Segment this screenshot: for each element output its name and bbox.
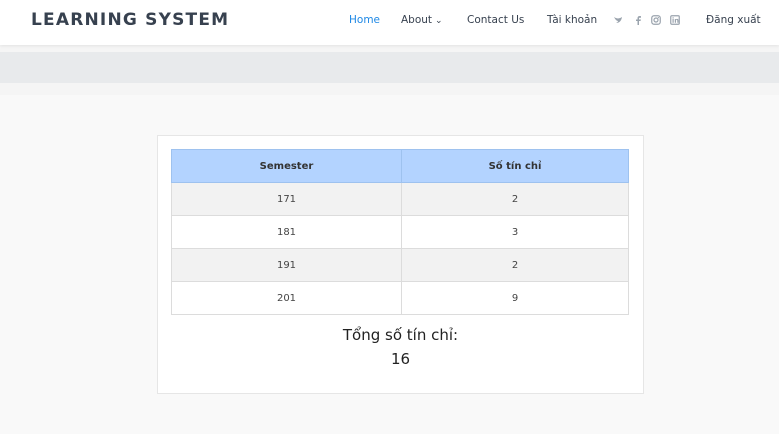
- table-header-row: Semester Số tín chỉ: [171, 149, 629, 183]
- table-row: 171 2: [171, 182, 629, 216]
- facebook-icon[interactable]: [634, 15, 642, 25]
- linkedin-icon[interactable]: [670, 15, 680, 25]
- total-credits-label: Tổng số tín chỉ:: [342, 326, 459, 344]
- nav-about[interactable]: About ⌄: [401, 14, 443, 26]
- cell-credits: 3: [401, 215, 629, 249]
- nav-contact[interactable]: Contact Us: [467, 14, 524, 26]
- cell-semester: 181: [171, 215, 402, 249]
- twitter-icon[interactable]: [613, 15, 623, 25]
- instagram-icon[interactable]: [651, 15, 661, 25]
- credits-card: Semester Số tín chỉ 171 2 181 3 191 2 20…: [157, 135, 644, 394]
- cell-semester: 201: [171, 281, 402, 315]
- table-row: 201 9: [171, 281, 629, 315]
- total-credits-value: 16: [390, 350, 411, 368]
- chevron-down-icon: ⌄: [435, 16, 443, 26]
- cell-credits: 9: [401, 281, 629, 315]
- nav-logout[interactable]: Đăng xuất: [706, 14, 761, 26]
- header-semester: Semester: [171, 149, 402, 183]
- cell-credits: 2: [401, 182, 629, 216]
- credits-table: Semester Số tín chỉ 171 2 181 3 191 2 20…: [171, 149, 629, 315]
- main-nav: Home About ⌄ Contact Us Tài khoản Đăng xu…: [0, 14, 779, 30]
- table-row: 181 3: [171, 215, 629, 249]
- nav-account[interactable]: Tài khoản: [547, 14, 597, 26]
- site-header: LEARNING SYSTEM Home About ⌄ Contact Us T…: [0, 0, 779, 45]
- table-row: 191 2: [171, 248, 629, 282]
- nav-home[interactable]: Home: [349, 14, 380, 26]
- nav-about-label: About: [401, 14, 433, 26]
- header-credits: Số tín chỉ: [401, 149, 629, 183]
- cell-semester: 171: [171, 182, 402, 216]
- cell-credits: 2: [401, 248, 629, 282]
- page-banner: [0, 52, 779, 83]
- cell-semester: 191: [171, 248, 402, 282]
